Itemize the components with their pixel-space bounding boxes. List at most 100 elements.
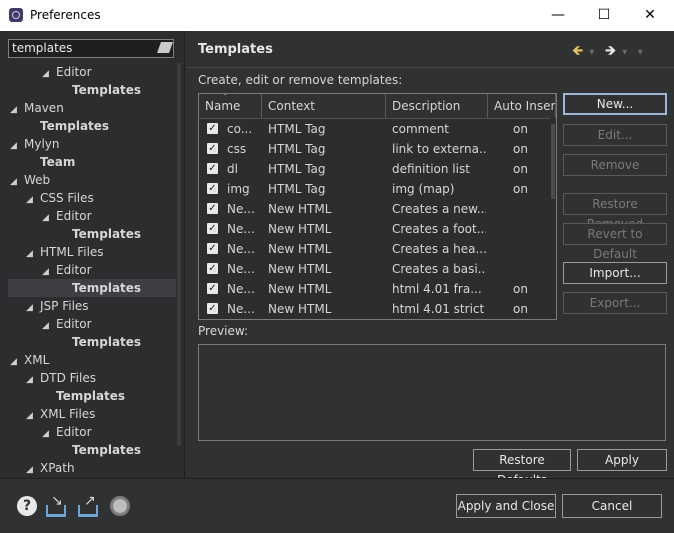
tree-item[interactable]: ◢ XML xyxy=(10,351,49,369)
cell-context: New HTML xyxy=(268,242,332,256)
tree-item[interactable]: Templates xyxy=(58,81,141,99)
tree-item[interactable]: Team xyxy=(26,153,75,171)
cell-name: Ne... xyxy=(227,282,255,296)
enabled-checkbox[interactable]: ✓ xyxy=(207,283,218,294)
expand-twisty-icon[interactable]: ◢ xyxy=(42,317,56,335)
table-scrollbar[interactable] xyxy=(550,118,556,319)
tree-item[interactable]: ◢ XPath xyxy=(26,459,75,476)
table-row[interactable]: ✓ img HTML Tag img (map) on xyxy=(199,179,549,199)
table-row[interactable]: ✓ Ne... New HTML html 4.01 strict on xyxy=(199,299,549,319)
enabled-checkbox[interactable]: ✓ xyxy=(207,243,218,254)
enabled-checkbox[interactable]: ✓ xyxy=(207,123,218,134)
tree-item[interactable]: ◢ Editor xyxy=(42,423,92,441)
tree-item[interactable]: Templates xyxy=(58,441,141,459)
forward-dropdown-icon[interactable]: ▾ xyxy=(622,47,627,58)
tree-item[interactable]: ◢ Mylyn xyxy=(10,135,60,153)
header-divider xyxy=(187,67,674,68)
revert-to-default-button[interactable]: Revert to Default xyxy=(563,223,667,261)
tree-item[interactable]: ◢ Maven xyxy=(10,99,64,117)
expand-twisty-icon[interactable]: ◢ xyxy=(26,461,40,476)
table-row[interactable]: ✓ Ne... New HTML html 4.01 fra... on xyxy=(199,279,549,299)
filter-input-value[interactable]: templates xyxy=(12,41,72,55)
help-icon[interactable]: ? xyxy=(17,496,37,516)
export-button[interactable]: Export... xyxy=(563,292,667,314)
column-header-auto-insert[interactable]: Auto Inser xyxy=(488,94,556,118)
tree-item[interactable]: ◢ Editor xyxy=(42,207,92,225)
table-row[interactable]: ✓ css HTML Tag link to externa... on xyxy=(199,139,549,159)
expand-twisty-icon[interactable]: ◢ xyxy=(26,371,40,389)
tree-item[interactable]: ◢ XML Files xyxy=(26,405,95,423)
clear-filter-icon[interactable] xyxy=(156,42,174,53)
tree-item[interactable]: ◢ CSS Files xyxy=(26,189,94,207)
templates-table[interactable]: Name Context Description Auto Inser ✓ co.… xyxy=(198,93,557,320)
back-arrow-icon[interactable]: 🡸 xyxy=(572,43,583,59)
close-button[interactable]: ✕ xyxy=(627,0,673,31)
restore-defaults-button[interactable]: Restore Defaults xyxy=(473,449,571,487)
enabled-checkbox[interactable]: ✓ xyxy=(207,143,218,154)
tree-item[interactable]: ◢ Editor xyxy=(42,63,92,81)
table-row[interactable]: ✓ Ne... New HTML Creates a foot... xyxy=(199,219,549,239)
table-scrollbar-thumb[interactable] xyxy=(551,124,555,199)
expand-twisty-icon[interactable]: ◢ xyxy=(42,209,56,227)
enabled-checkbox[interactable]: ✓ xyxy=(207,303,218,314)
expand-twisty-icon[interactable]: ◢ xyxy=(26,299,40,317)
preview-area[interactable] xyxy=(198,344,666,441)
table-row[interactable]: ✓ Ne... New HTML Creates a basi... xyxy=(199,259,549,279)
column-header-context[interactable]: Context xyxy=(262,94,386,118)
record-icon[interactable] xyxy=(110,496,130,516)
table-row[interactable]: ✓ dl HTML Tag definition list on xyxy=(199,159,549,179)
expand-twisty-icon[interactable]: ◢ xyxy=(10,137,24,155)
table-row[interactable]: ✓ co... HTML Tag comment on xyxy=(199,119,549,139)
tree-item[interactable]: ◢ HTML Files xyxy=(26,243,104,261)
tree-item[interactable]: ◢ Editor xyxy=(42,261,92,279)
view-menu-icon[interactable]: ▾ xyxy=(638,47,643,58)
enabled-checkbox[interactable]: ✓ xyxy=(207,263,218,274)
restore-removed-button[interactable]: Restore Removed xyxy=(563,193,667,231)
tree-scrollbar[interactable] xyxy=(176,63,182,476)
cell-context: New HTML xyxy=(268,202,332,216)
expand-twisty-icon[interactable]: ◢ xyxy=(10,173,24,191)
back-dropdown-icon[interactable]: ▾ xyxy=(589,47,594,58)
tree-item[interactable]: Templates xyxy=(58,225,141,243)
cell-auto xyxy=(513,219,547,239)
enabled-checkbox[interactable]: ✓ xyxy=(207,203,218,214)
tree-item[interactable]: Templates xyxy=(26,117,109,135)
expand-twisty-icon[interactable]: ◢ xyxy=(42,65,56,83)
tree-item[interactable]: ◢ Editor xyxy=(42,315,92,333)
apply-button[interactable]: Apply xyxy=(577,449,667,471)
forward-arrow-icon[interactable]: 🡺 xyxy=(605,43,616,59)
cell-auto: on xyxy=(513,142,528,156)
tree-item[interactable]: ◢ Web xyxy=(10,171,50,189)
column-header-name[interactable]: Name xyxy=(199,94,262,118)
apply-and-close-button[interactable]: Apply and Close xyxy=(456,494,556,518)
enabled-checkbox[interactable]: ✓ xyxy=(207,183,218,194)
filter-input[interactable]: templates xyxy=(8,39,174,58)
tree-item-label: Web xyxy=(24,173,51,187)
table-row[interactable]: ✓ Ne... New HTML Creates a new... xyxy=(199,199,549,219)
remove-template-button[interactable]: Remove xyxy=(563,154,667,176)
tree-item[interactable]: ◢ JSP Files xyxy=(26,297,89,315)
tree-item-label: Editor xyxy=(56,317,92,331)
expand-twisty-icon[interactable]: ◢ xyxy=(10,101,24,119)
cell-description: html 4.01 fra... xyxy=(392,282,482,296)
tree-item[interactable]: Templates xyxy=(8,279,176,297)
maximize-button[interactable]: ☐ xyxy=(581,0,627,31)
tree-item[interactable]: ◢ DTD Files xyxy=(26,369,96,387)
enabled-checkbox[interactable]: ✓ xyxy=(207,163,218,174)
import-button[interactable]: Import... xyxy=(563,262,667,284)
enabled-checkbox[interactable]: ✓ xyxy=(207,223,218,234)
tree-item[interactable]: Templates xyxy=(58,333,141,351)
tree-item[interactable]: Templates xyxy=(42,387,125,405)
table-row[interactable]: ✓ Ne... New HTML Creates a hea... xyxy=(199,239,549,259)
cancel-button[interactable]: Cancel xyxy=(562,494,662,518)
expand-twisty-icon[interactable]: ◢ xyxy=(42,425,56,443)
tree-scrollbar-thumb[interactable] xyxy=(177,63,181,446)
expand-twisty-icon[interactable]: ◢ xyxy=(26,407,40,425)
expand-twisty-icon[interactable]: ◢ xyxy=(10,353,24,371)
new-template-button[interactable]: New... xyxy=(563,93,667,115)
expand-twisty-icon[interactable]: ◢ xyxy=(26,191,40,209)
edit-template-button[interactable]: Edit... xyxy=(563,124,667,146)
minimize-button[interactable]: — xyxy=(535,0,581,31)
column-header-description[interactable]: Description xyxy=(386,94,488,118)
expand-twisty-icon[interactable]: ◢ xyxy=(26,245,40,263)
